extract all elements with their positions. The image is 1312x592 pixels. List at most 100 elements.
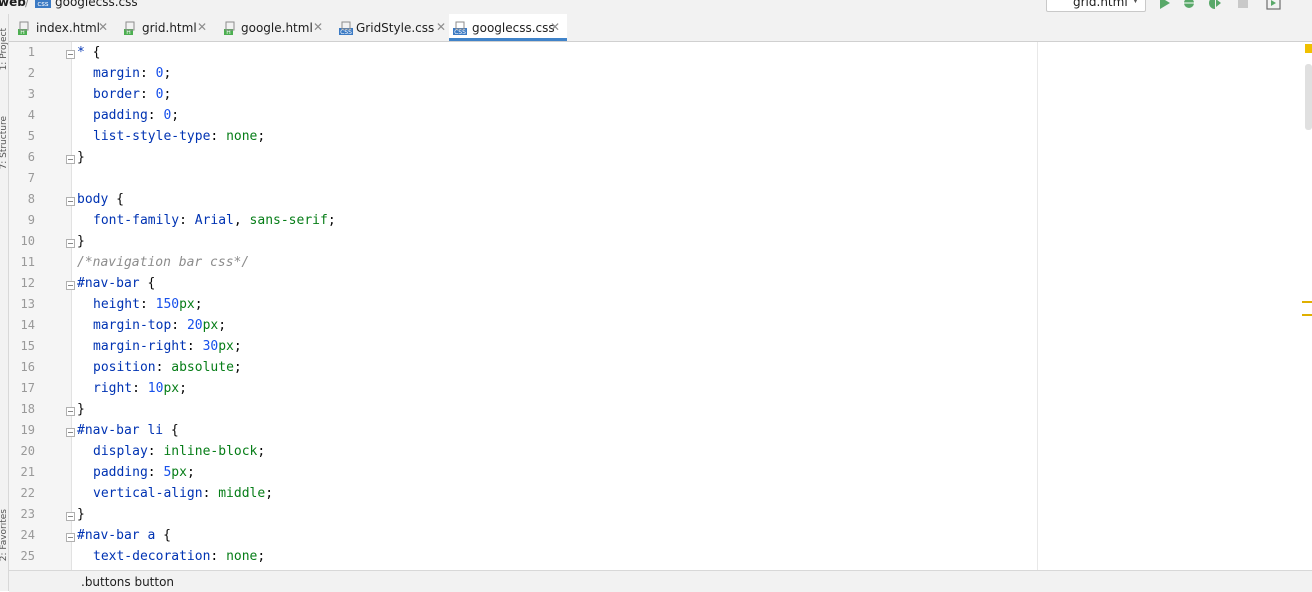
html-file-icon: H <box>123 21 137 36</box>
close-icon[interactable]: ✕ <box>550 20 560 34</box>
html-file-icon: H <box>223 21 237 36</box>
code-line[interactable]: padding: 0; <box>93 105 179 126</box>
close-icon[interactable]: ✕ <box>313 20 323 34</box>
fold-icon[interactable] <box>66 48 75 59</box>
frame-icon[interactable] <box>1266 0 1281 10</box>
code-line[interactable]: } <box>77 147 85 168</box>
warning-marker[interactable] <box>1302 301 1312 303</box>
debug-icon[interactable] <box>1182 0 1196 10</box>
code-token: } <box>77 507 85 522</box>
code-line[interactable]: #nav-bar a { <box>77 525 171 546</box>
close-icon[interactable]: ✕ <box>197 20 207 34</box>
breadcrumb-separator: / <box>25 0 30 9</box>
tab-google-html[interactable]: H google.html ✕ <box>215 14 329 41</box>
line-number: 13 <box>20 297 35 311</box>
code-token: display <box>93 444 148 459</box>
code-token: ; <box>171 108 180 123</box>
fold-icon[interactable] <box>66 237 75 248</box>
code-token: : <box>139 87 156 102</box>
line-number-gutter: 1 2 3 4 5 6 7 8 9 10 11 12 13 14 15 16 17 18 19 20 21 22 23 24 2… <box>9 42 72 570</box>
tab-gridstyle-css[interactable]: CSS GridStyle.css ✕ <box>331 14 449 41</box>
code-line[interactable]: text-decoration: none; <box>93 546 265 567</box>
editor-tabs: H index.html ✕ H grid.html ✕ H google.ht… <box>9 14 1312 42</box>
breadcrumb-project[interactable]: web <box>0 0 26 9</box>
tab-index-html[interactable]: H index.html ✕ <box>9 14 113 41</box>
code-token: ; <box>163 66 172 81</box>
project-tool-button[interactable]: 1: Project <box>0 28 9 70</box>
line-number: 16 <box>20 360 35 374</box>
tab-googlecss-css[interactable]: CSS googlecss.css ✕ <box>449 14 567 41</box>
scrollbar-thumb[interactable] <box>1305 64 1312 130</box>
code-line[interactable]: margin-top: 20px; <box>93 315 226 336</box>
code-editor[interactable]: 1 2 3 4 5 6 7 8 9 10 11 12 13 14 15 16 17 18 19 20 21 22 23 24 2… <box>9 42 1312 570</box>
code-token: px <box>179 297 195 312</box>
code-line[interactable]: } <box>77 504 85 525</box>
code-line[interactable]: /*navigation bar css*/ <box>77 252 249 273</box>
fold-icon[interactable] <box>66 510 75 521</box>
run-configuration-dropdown[interactable]: grid.html ▼ <box>1046 0 1146 12</box>
fold-icon[interactable] <box>66 405 75 416</box>
fold-icon[interactable] <box>66 279 75 290</box>
code-token: { <box>84 45 101 60</box>
code-line[interactable]: list-style-type: none; <box>93 126 265 147</box>
editor-breadcrumb-bar: .buttons button <box>9 570 1312 592</box>
code-line[interactable]: #nav-bar { <box>77 273 155 294</box>
code-token: px <box>163 381 180 396</box>
favorites-tool-button[interactable]: 2: Favorites <box>0 509 9 561</box>
line-number: 24 <box>20 528 35 542</box>
code-line[interactable]: display: inline-block; <box>93 441 265 462</box>
code-line[interactable]: margin: 0; <box>93 63 171 84</box>
code-line[interactable]: body { <box>77 189 124 210</box>
coverage-icon[interactable] <box>1208 0 1222 10</box>
code-line[interactable]: margin-right: 30px; <box>93 336 242 357</box>
close-icon[interactable]: ✕ <box>436 20 446 34</box>
run-icon[interactable] <box>1158 0 1172 10</box>
line-number: 10 <box>20 234 35 248</box>
css-file-icon: CSS <box>453 21 467 36</box>
code-token: { <box>108 192 124 207</box>
stop-icon[interactable] <box>1236 0 1250 10</box>
code-line[interactable]: #nav-bar li { <box>77 420 179 441</box>
code-token: vertical-align <box>93 486 203 501</box>
tab-grid-html[interactable]: H grid.html ✕ <box>115 14 213 41</box>
code-token: /*navigation bar css*/ <box>77 255 250 270</box>
code-line[interactable]: } <box>77 399 85 420</box>
code-token: #nav-bar a <box>77 528 156 543</box>
line-number: 6 <box>27 150 35 164</box>
code-token: : <box>139 297 156 312</box>
tab-label: google.html <box>241 21 313 35</box>
tab-label: grid.html <box>142 21 197 35</box>
code-line[interactable]: border: 0; <box>93 84 171 105</box>
code-token: ; <box>233 360 242 375</box>
fold-icon[interactable] <box>66 531 75 542</box>
svg-text:css: css <box>37 0 48 8</box>
code-token: height <box>93 297 140 312</box>
code-token: ; <box>233 339 242 354</box>
line-number: 12 <box>20 276 35 290</box>
fold-icon[interactable] <box>66 195 75 206</box>
code-line[interactable]: position: absolute; <box>93 357 242 378</box>
code-line[interactable]: font-family: Arial, sans-serif; <box>93 210 336 231</box>
vertical-scrollbar[interactable] <box>1305 42 1312 570</box>
code-line[interactable]: vertical-align: middle; <box>93 483 273 504</box>
fold-icon[interactable] <box>66 153 75 164</box>
code-line[interactable]: * { <box>77 42 100 63</box>
close-icon[interactable]: ✕ <box>98 20 108 34</box>
code-token: : <box>186 339 203 354</box>
code-line[interactable]: height: 150px; <box>93 294 203 315</box>
line-number: 15 <box>20 339 35 353</box>
line-number: 9 <box>27 213 35 227</box>
code-token: middle <box>218 486 266 501</box>
breadcrumb-file[interactable]: googlecss.css <box>55 0 138 9</box>
fold-icon[interactable] <box>66 426 75 437</box>
breadcrumb-selector[interactable]: .buttons button <box>81 575 174 589</box>
warning-marker[interactable] <box>1302 314 1312 316</box>
code-token: px <box>218 339 234 354</box>
code-token: px <box>202 318 219 333</box>
code-line[interactable]: right: 10px; <box>93 378 187 399</box>
code-line[interactable]: padding: 5px; <box>93 462 195 483</box>
code-token: font-family <box>93 213 180 228</box>
line-number: 3 <box>27 87 35 101</box>
structure-tool-button[interactable]: 7: Structure <box>0 116 9 170</box>
code-line[interactable]: } <box>77 231 85 252</box>
